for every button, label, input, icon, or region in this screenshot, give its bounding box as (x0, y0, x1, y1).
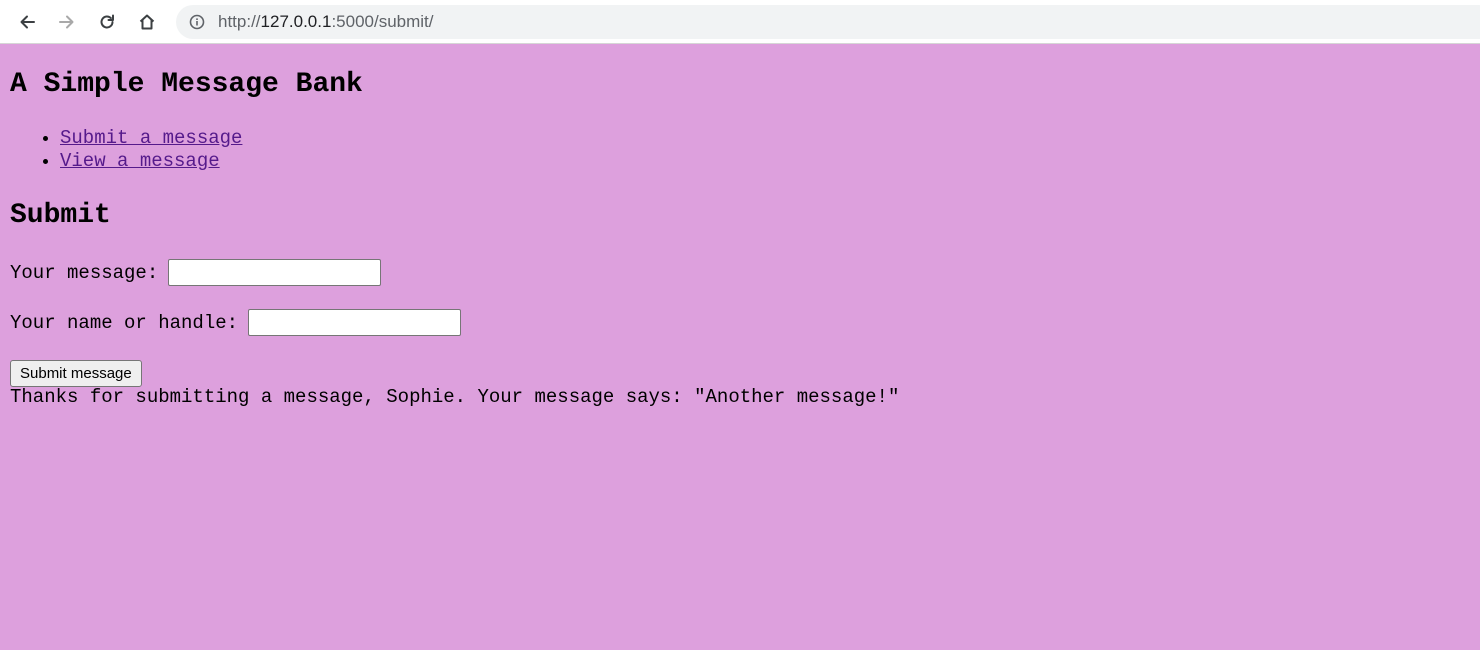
nav-item: Submit a message (60, 127, 242, 150)
view-message-link[interactable]: View a message (60, 150, 220, 172)
message-input[interactable] (168, 259, 382, 286)
home-button[interactable] (132, 7, 162, 37)
url-text[interactable]: http://127.0.0.1:5000/submit/ (218, 12, 434, 32)
name-row: Your name or handle: (10, 309, 462, 336)
url-host: 127.0.0.1 (260, 12, 332, 31)
info-icon[interactable] (189, 14, 205, 30)
browser-toolbar: http://127.0.0.1:5000/submit/ (0, 0, 1480, 44)
arrow-right-icon (59, 15, 74, 29)
address-bar[interactable]: http://127.0.0.1:5000/submit/ (176, 5, 1480, 39)
nav-item: View a message (60, 150, 242, 173)
name-input[interactable] (248, 309, 462, 336)
nav-links: Submit a message View a message (0, 127, 242, 173)
message-label: Your message: (10, 261, 159, 284)
reload-icon (100, 14, 114, 29)
forward-button[interactable] (52, 7, 82, 37)
url-path: :5000/submit/ (331, 12, 434, 31)
page-content: A Simple Message Bank Submit a message V… (0, 45, 1480, 650)
reload-button[interactable] (92, 7, 122, 37)
arrow-left-icon (20, 15, 35, 29)
message-row: Your message: (10, 259, 382, 286)
section-title: Submit (10, 200, 111, 231)
home-icon (139, 14, 155, 30)
page-title: A Simple Message Bank (10, 69, 363, 100)
url-scheme: http:// (218, 12, 261, 31)
submit-message-link[interactable]: Submit a message (60, 127, 242, 149)
confirmation-text: Thanks for submitting a message, Sophie.… (10, 386, 900, 408)
submit-message-button[interactable]: Submit message (10, 360, 142, 387)
back-button[interactable] (12, 7, 42, 37)
name-label: Your name or handle: (10, 311, 239, 334)
